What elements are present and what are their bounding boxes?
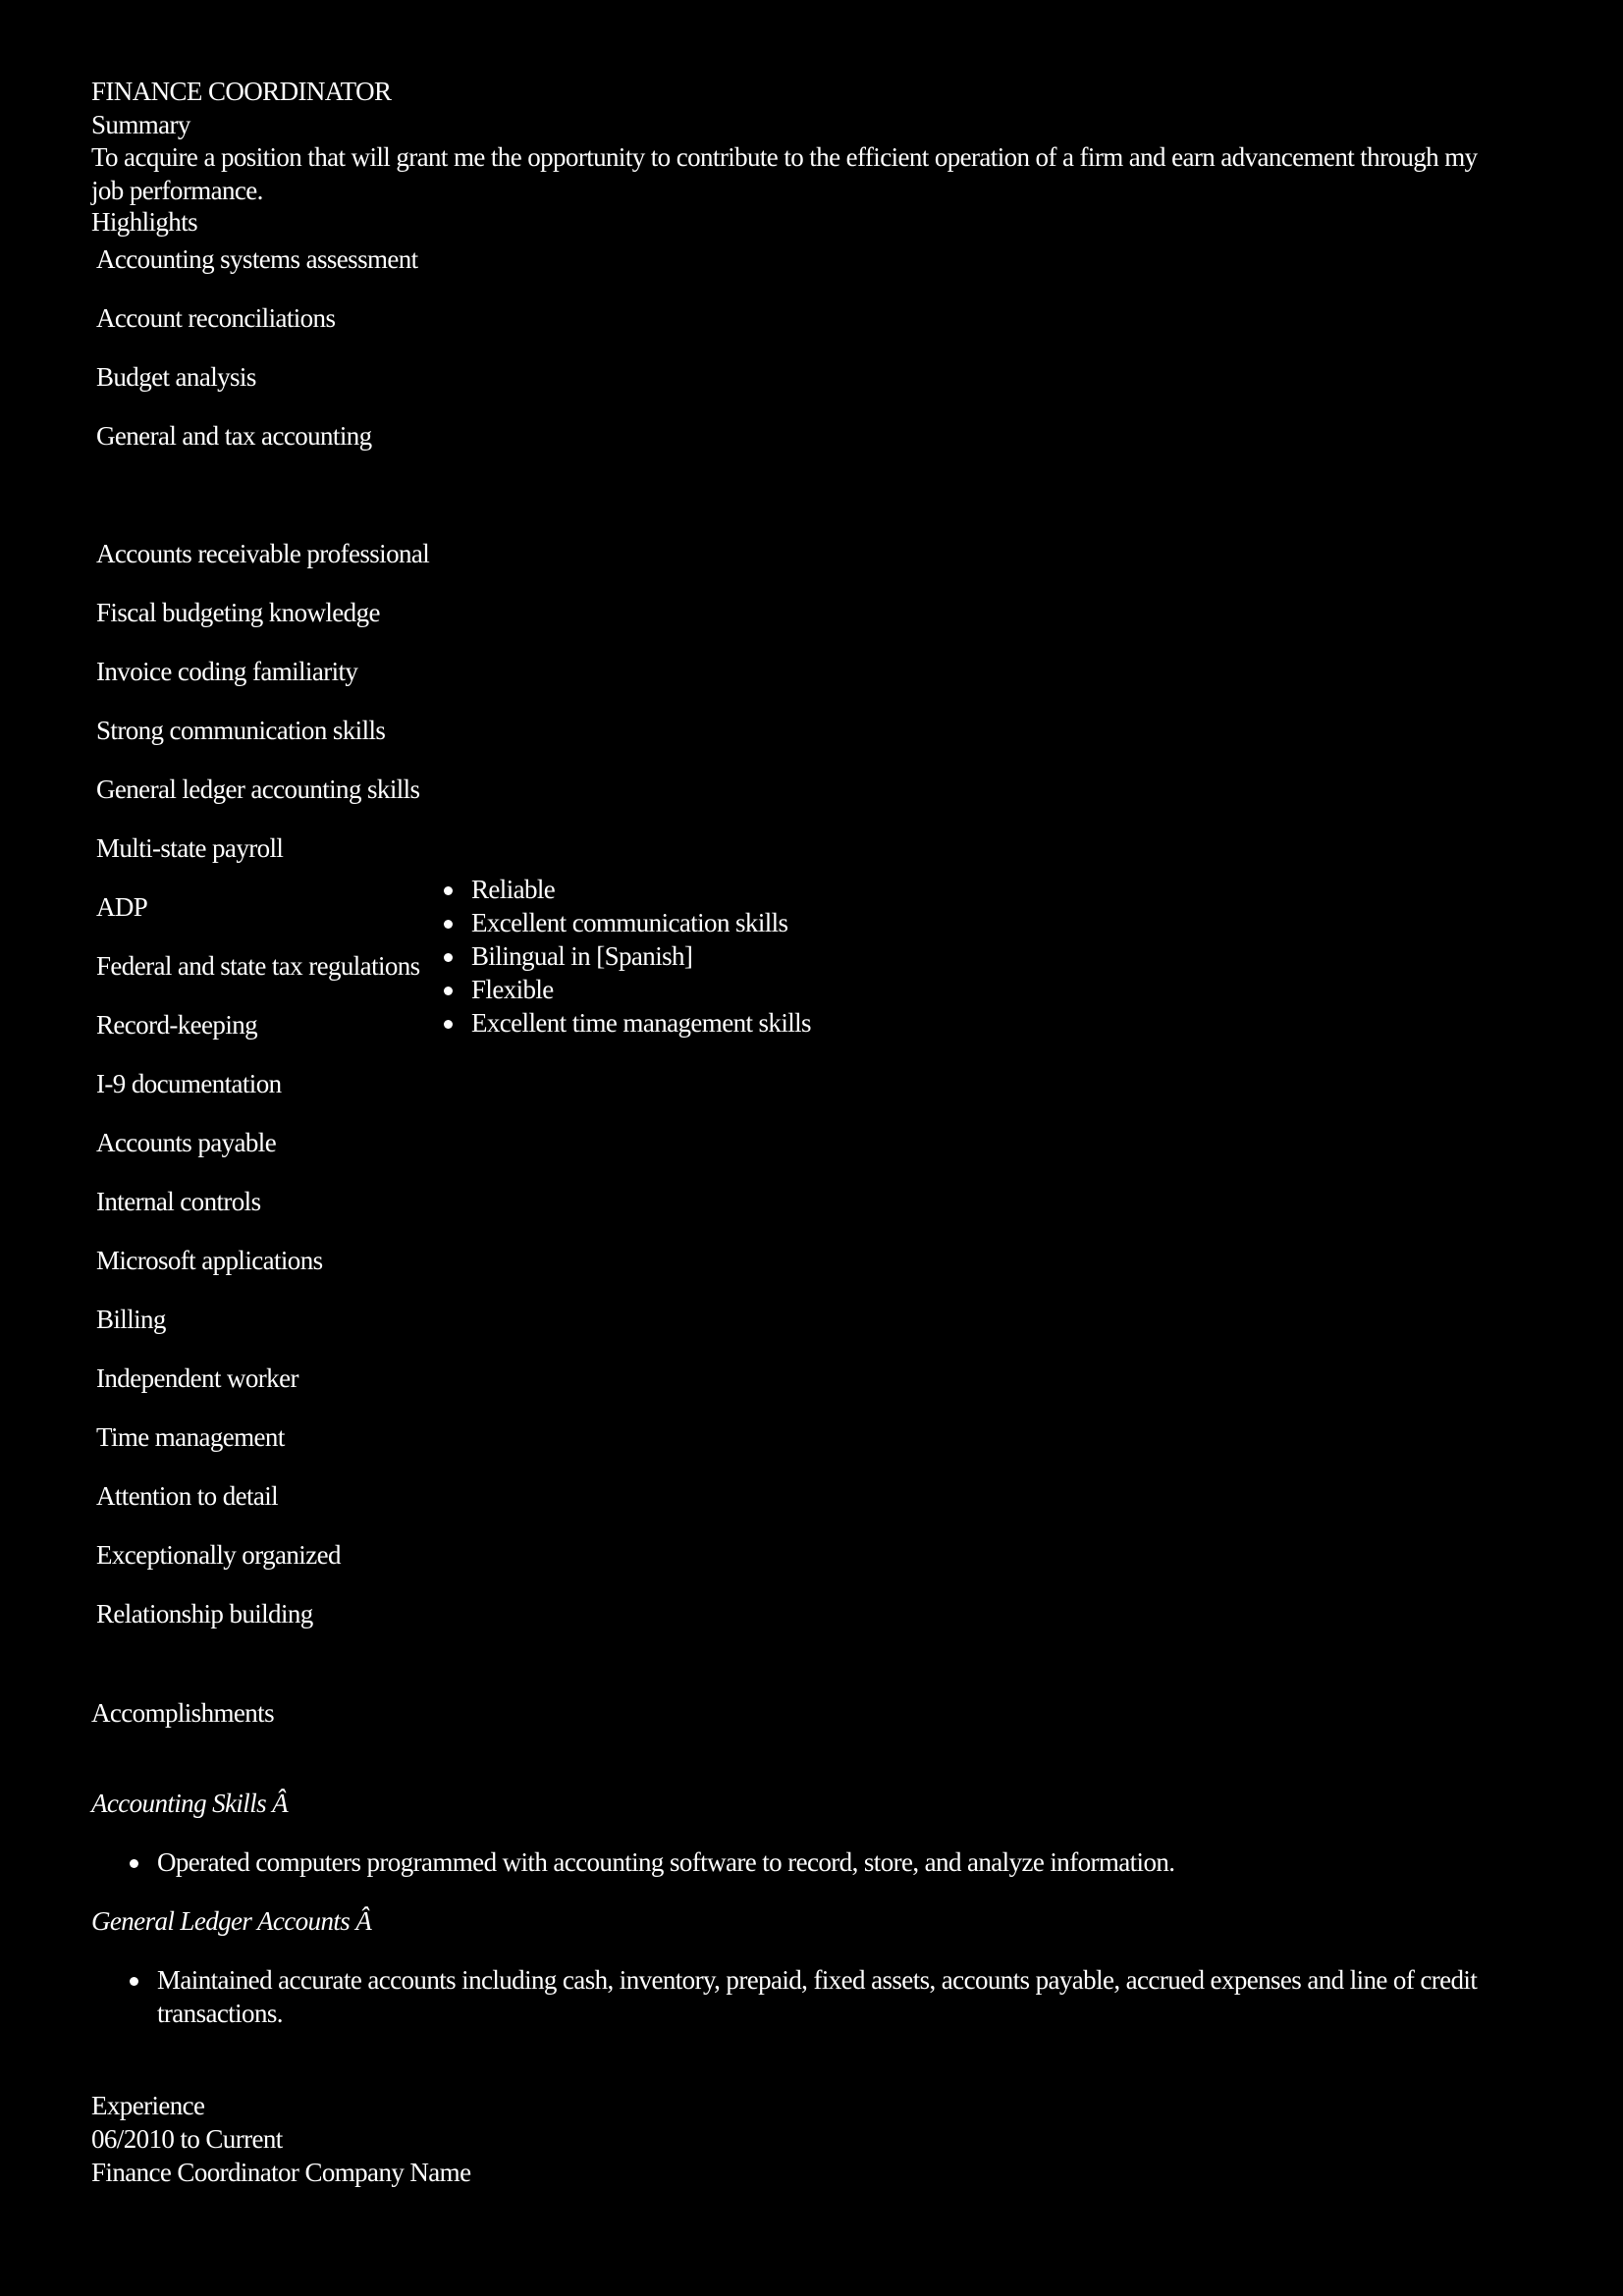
list-item: Excellent communication skills — [440, 906, 811, 939]
experience-role: Finance Coordinator Company Name — [91, 2158, 471, 2187]
highlights-left-column: Accounting systems assessment Account re… — [96, 242, 450, 1656]
highlight-item: Federal and state tax regulations — [96, 951, 420, 981]
accomplishments-heading: Accomplishments — [91, 1698, 275, 1728]
summary-heading: Summary — [91, 110, 190, 139]
list-item: Bilingual in [Spanish] — [440, 939, 811, 973]
highlight-item: Invoice coding familiarity — [96, 657, 358, 686]
highlight-item: Time management — [96, 1422, 285, 1452]
experience-dates: 06/2010 to Current — [91, 2124, 283, 2154]
accomplishment-list: Maintained accurate accounts including c… — [126, 1963, 1520, 2030]
highlight-item: Account reconciliations — [96, 303, 336, 333]
highlight-item: ADP — [96, 892, 148, 922]
resume-title: FINANCE COORDINATOR — [91, 77, 392, 106]
highlight-item: Microsoft applications — [96, 1246, 323, 1275]
highlight-item: Relationship building — [96, 1599, 313, 1629]
highlight-item: Exceptionally organized — [96, 1540, 341, 1570]
list-item: Reliable — [440, 873, 811, 906]
highlight-gap — [96, 478, 450, 537]
list-item: Excellent time management skills — [440, 1006, 812, 1040]
highlight-item: Accounts receivable professional — [96, 539, 430, 568]
list-item: Operated computers programmed with accou… — [126, 1845, 1175, 1879]
highlight-item: Independent worker — [96, 1363, 298, 1393]
highlight-item: Multi-state payroll — [96, 833, 284, 863]
highlights-right-list: Reliable Excellent communication skills … — [440, 873, 812, 1040]
highlight-item: General ledger accounting skills — [96, 774, 420, 804]
highlight-item: Internal controls — [96, 1187, 261, 1216]
highlight-item: Billing — [96, 1305, 166, 1334]
accomplishment-subheading: Accounting Skills Â — [91, 1789, 289, 1818]
highlight-item: Budget analysis — [96, 362, 256, 392]
highlight-item: Fiscal budgeting knowledge — [96, 598, 380, 627]
highlight-item: I-9 documentation — [96, 1069, 282, 1098]
highlights-heading: Highlights — [91, 207, 198, 237]
summary-text: To acquire a position that will grant me… — [91, 142, 1478, 205]
list-item: Maintained accurate accounts including c… — [126, 1963, 1520, 2030]
accomplishment-subheading: General Ledger Accounts Â — [91, 1906, 372, 1936]
highlight-item: Record-keeping — [96, 1010, 258, 1040]
highlight-item: Attention to detail — [96, 1481, 279, 1511]
highlight-item: Accounting systems assessment — [96, 244, 418, 274]
list-item: Flexible — [440, 973, 811, 1006]
accomplishment-list: Operated computers programmed with accou… — [126, 1845, 1175, 1879]
experience-heading: Experience — [91, 2091, 205, 2120]
highlight-item: Strong communication skills — [96, 716, 386, 745]
highlight-item: Accounts payable — [96, 1128, 277, 1157]
highlight-item: General and tax accounting — [96, 421, 372, 451]
